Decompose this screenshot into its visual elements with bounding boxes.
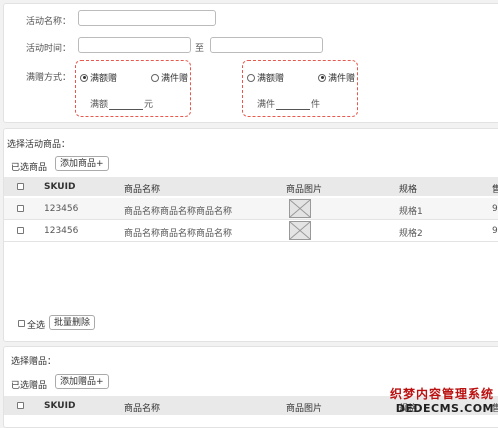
col-image: 商品图片 — [286, 404, 323, 414]
gift-goods-section-label: 选择赠品： — [11, 357, 57, 367]
selected-goods-label: 已选商品 — [11, 163, 48, 173]
product-image-placeholder — [289, 221, 311, 240]
header-checkbox[interactable] — [17, 402, 24, 409]
activity-time-label: 活动时间： — [26, 44, 72, 54]
amount-prefix: 满额 — [90, 100, 109, 110]
radio-unchecked-icon — [247, 73, 255, 82]
count-threshold-row: 满件 件 — [257, 97, 320, 110]
col-price: 售 — [492, 185, 498, 195]
row-skuid: 123456 — [44, 226, 79, 236]
amount-suffix: 元 — [144, 100, 154, 110]
activity-goods-panel: 选择活动商品： 已选商品 添加商品+ SKUID 商品名称 商品图片 规格 售 … — [3, 128, 498, 342]
row-checkbox[interactable] — [17, 205, 24, 212]
radio-checked-icon — [80, 73, 88, 82]
radio-count-gift[interactable]: 满件赠 — [151, 71, 188, 84]
count-input[interactable] — [276, 100, 311, 110]
gift-rule-label: 满赠方式： — [26, 73, 72, 83]
col-name: 商品名称 — [124, 404, 161, 414]
col-spec: 规格 — [399, 185, 418, 195]
amount-input[interactable] — [109, 100, 144, 110]
row-spec: 规格1 — [399, 207, 423, 217]
watermark-line1: 织梦内容管理系统 — [389, 387, 494, 401]
row-spec: 规格2 — [399, 229, 423, 239]
add-goods-button[interactable]: 添加商品+ — [55, 156, 109, 171]
radio-label: 满件赠 — [161, 74, 189, 84]
col-skuid: SKUID — [44, 182, 76, 192]
col-name: 商品名称 — [124, 185, 161, 195]
row-skuid: 123456 — [44, 204, 79, 214]
col-skuid: SKUID — [44, 401, 76, 411]
activity-form-panel: 活动名称： 活动时间： 至 满赠方式： 满额赠 满件赠 满额 元 满额赠 满件赠 … — [3, 3, 498, 123]
radio-label: 满额赠 — [90, 74, 118, 84]
radio-unchecked-icon — [151, 73, 159, 82]
time-separator: 至 — [195, 44, 205, 54]
product-image-placeholder — [289, 199, 311, 218]
activity-name-label: 活动名称： — [26, 17, 72, 27]
radio-label: 满件赠 — [328, 74, 356, 84]
row-name: 商品名称商品名称商品名称 — [124, 207, 233, 217]
image-placeholder-icon — [289, 199, 311, 218]
radio-checked-icon — [318, 73, 326, 82]
col-image: 商品图片 — [286, 185, 323, 195]
activity-goods-section-label: 选择活动商品： — [7, 140, 71, 150]
rule-box-amount: 满额赠 满件赠 满额 元 — [75, 60, 191, 117]
select-all-checkbox[interactable] — [18, 320, 25, 327]
batch-delete-button[interactable]: 批量删除 — [49, 315, 96, 330]
radio-count-gift[interactable]: 满件赠 — [318, 71, 355, 84]
row-price: 9 — [492, 226, 498, 236]
select-all-label[interactable]: 全选 — [27, 318, 45, 331]
rule-box-count: 满额赠 满件赠 满件 件 — [242, 60, 358, 117]
selected-gifts-label: 已选赠品 — [11, 381, 48, 391]
radio-amount-gift[interactable]: 满额赠 — [80, 71, 117, 84]
header-checkbox[interactable] — [17, 183, 24, 190]
table-row[interactable]: 123456 商品名称商品名称商品名称 规格1 9 — [4, 198, 498, 220]
count-prefix: 满件 — [257, 100, 276, 110]
row-checkbox[interactable] — [17, 227, 24, 234]
activity-name-input[interactable] — [78, 10, 216, 26]
radio-label: 满额赠 — [257, 74, 285, 84]
end-time-input[interactable] — [210, 37, 323, 53]
amount-threshold-row: 满额 元 — [90, 97, 153, 110]
radio-amount-gift[interactable]: 满额赠 — [247, 71, 284, 84]
watermark-line2: DEDECMS.COM — [395, 402, 494, 415]
add-gift-button[interactable]: 添加赠品+ — [55, 374, 109, 389]
count-suffix: 件 — [311, 100, 321, 110]
row-name: 商品名称商品名称商品名称 — [124, 229, 233, 239]
table-row[interactable]: 123456 商品名称商品名称商品名称 规格2 9 — [4, 220, 498, 242]
image-placeholder-icon — [289, 221, 311, 240]
goods-table-header: SKUID 商品名称 商品图片 规格 售 — [4, 177, 498, 196]
start-time-input[interactable] — [78, 37, 191, 53]
row-price: 9 — [492, 204, 498, 214]
site-watermark: 织梦内容管理系统 DEDECMS.COM — [390, 385, 494, 415]
